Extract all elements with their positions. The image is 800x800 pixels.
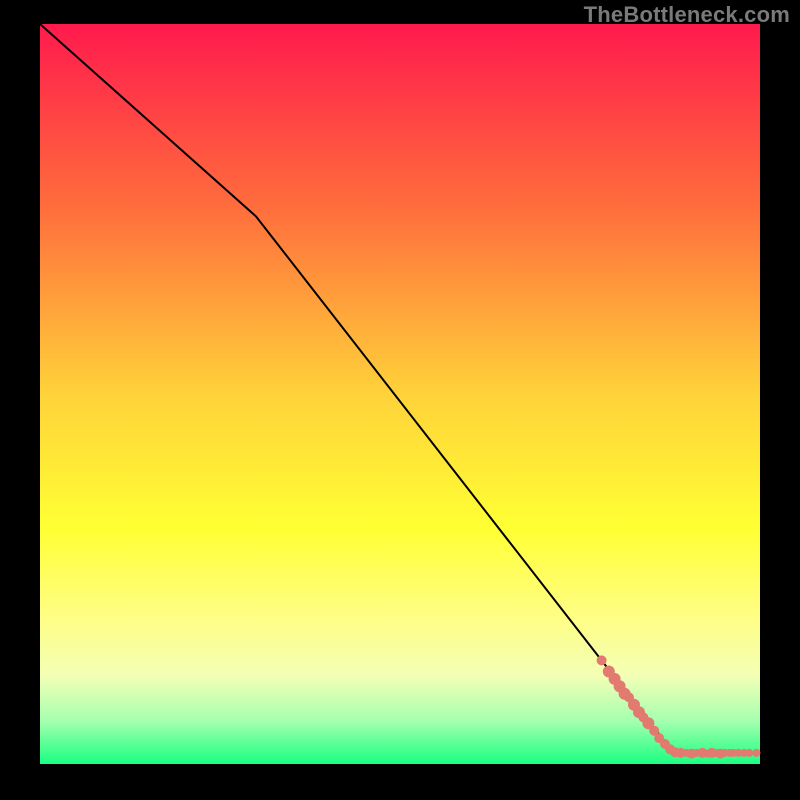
chart-frame: TheBottleneck.com <box>0 0 800 800</box>
watermark-text: TheBottleneck.com <box>584 2 790 28</box>
plot-background <box>40 24 760 764</box>
scatter-dot <box>597 655 607 665</box>
scatter-dot <box>752 749 760 757</box>
chart-canvas <box>0 0 800 800</box>
scatter-dot <box>745 749 753 757</box>
